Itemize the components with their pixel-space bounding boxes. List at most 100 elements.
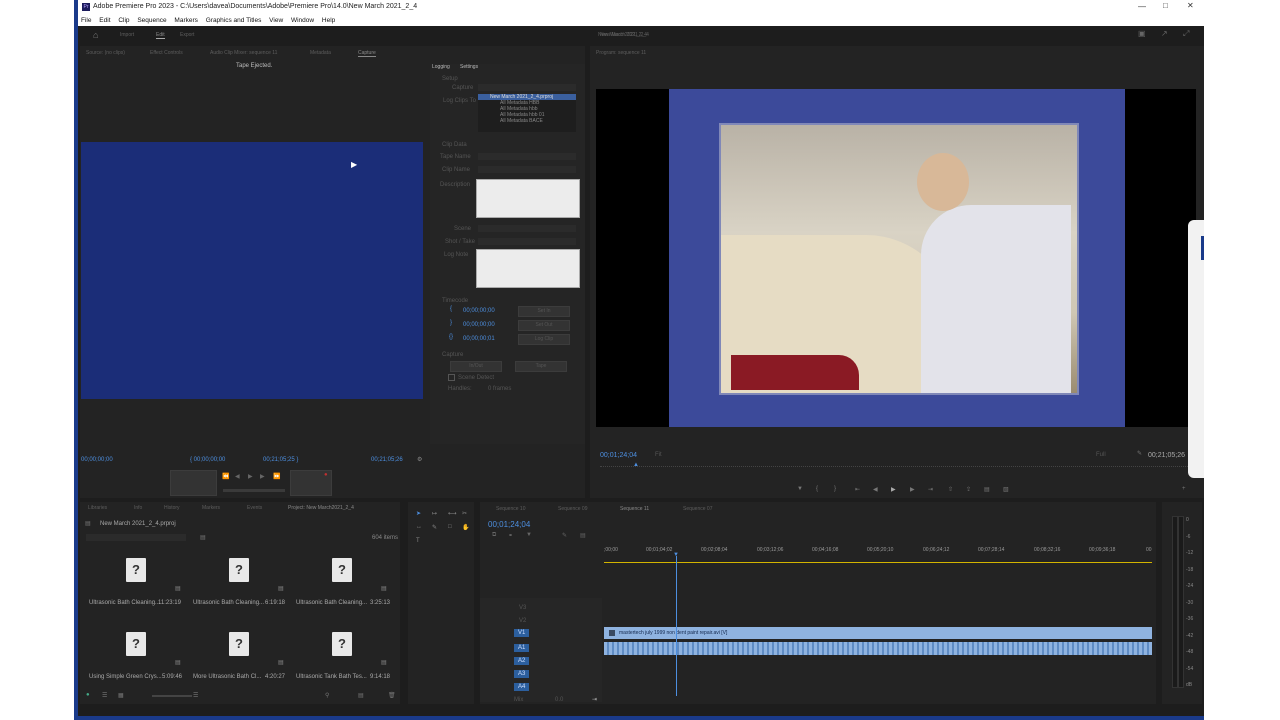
tab-capture[interactable]: Capture bbox=[358, 50, 376, 57]
menu-file[interactable]: File bbox=[81, 17, 91, 24]
track-label-v3[interactable]: V3 bbox=[519, 605, 526, 611]
clip-name[interactable]: Using Simple Green Crys... bbox=[89, 674, 162, 680]
bin-tree[interactable]: New March 2021_2_4.prproj All Metadata H… bbox=[478, 94, 576, 132]
time-ruler[interactable]: ;00;00 00;01;04;02 00;02;08;04 00;03;12;… bbox=[604, 546, 1152, 558]
add-marker-icon[interactable]: ▼ bbox=[797, 486, 803, 492]
tape-name-field[interactable] bbox=[478, 153, 576, 160]
icon-view-icon[interactable]: ▦ bbox=[118, 692, 124, 699]
track-label-v1[interactable]: V1 bbox=[514, 629, 530, 637]
program-fit-dropdown[interactable]: Fit bbox=[655, 452, 662, 458]
log-clip-button[interactable]: Log Clip bbox=[518, 334, 570, 345]
playhead-marker-icon[interactable]: ▲ bbox=[633, 462, 639, 468]
tab-metadata[interactable]: Metadata bbox=[310, 50, 331, 56]
hand-tool-icon[interactable]: ✋ bbox=[462, 524, 469, 531]
extract-icon[interactable]: ⇪ bbox=[966, 486, 971, 493]
home-icon[interactable]: ⌂ bbox=[93, 30, 98, 40]
ripple-edit-tool-icon[interactable]: ⟷ bbox=[448, 510, 457, 517]
tab-effect-controls[interactable]: Effect Controls bbox=[150, 50, 183, 56]
captions-icon[interactable]: ▤ bbox=[580, 532, 586, 539]
clip-thumbnail-icon[interactable]: ? bbox=[229, 558, 249, 582]
tc-dur-value[interactable]: 00;00;00;01 bbox=[463, 336, 495, 342]
export-frame-icon[interactable]: ▤ bbox=[984, 486, 990, 493]
rectangle-tool-icon[interactable]: □ bbox=[448, 524, 452, 530]
set-out-button[interactable]: Set Out bbox=[518, 320, 570, 331]
share-icon[interactable]: ↗ bbox=[1161, 29, 1168, 38]
capture-dropdown[interactable] bbox=[478, 84, 576, 91]
clip-thumbnail-icon[interactable]: ? bbox=[126, 558, 146, 582]
clip-name[interactable]: Ultrasonic Bath Cleaning... bbox=[296, 600, 367, 606]
lock-icon[interactable]: ● bbox=[86, 692, 90, 698]
rewind-icon[interactable]: ⏪ bbox=[222, 473, 229, 480]
tab-source[interactable]: Source: (no clips) bbox=[86, 50, 125, 56]
playhead-handle-icon[interactable]: ▼ bbox=[673, 552, 679, 558]
step-forward-icon[interactable]: ▶ bbox=[260, 473, 265, 480]
clip-thumbnail-icon[interactable]: ? bbox=[332, 558, 352, 582]
menu-window[interactable]: Window bbox=[291, 17, 314, 24]
timeline-settings-icon[interactable]: ✎ bbox=[562, 532, 567, 539]
clear-icon[interactable]: 🗑 bbox=[388, 692, 396, 699]
log-note-field[interactable] bbox=[476, 249, 580, 288]
track-select-tool-icon[interactable]: ↦ bbox=[432, 510, 437, 517]
tab-markers[interactable]: Markers bbox=[202, 505, 220, 511]
menu-sequence[interactable]: Sequence bbox=[137, 17, 166, 24]
clip-name[interactable]: Ultrasonic Bath Cleaning... bbox=[193, 600, 264, 606]
program-scrub-bar[interactable] bbox=[600, 466, 1190, 469]
menu-help[interactable]: Help bbox=[322, 17, 335, 24]
workspace-tab-export[interactable]: Export bbox=[180, 32, 194, 38]
play-icon[interactable]: ▶ bbox=[248, 473, 253, 480]
mark-in-icon[interactable]: { bbox=[816, 486, 818, 492]
clip-name-field[interactable] bbox=[478, 166, 576, 173]
comparison-view-icon[interactable]: ▧ bbox=[1003, 486, 1009, 493]
track-label-v2[interactable]: V2 bbox=[519, 618, 526, 624]
track-label-a2[interactable]: A2 bbox=[514, 657, 530, 665]
wrench-icon[interactable]: ✎ bbox=[1137, 450, 1142, 457]
go-to-in-icon[interactable]: ⇤ bbox=[855, 486, 860, 493]
lift-icon[interactable]: ⇧ bbox=[948, 486, 953, 493]
go-to-end-icon[interactable]: ⇥ bbox=[592, 696, 597, 703]
mark-out-icon[interactable]: } bbox=[834, 486, 836, 492]
tab-history[interactable]: History bbox=[164, 505, 180, 511]
menu-clip[interactable]: Clip bbox=[118, 17, 129, 24]
project-search-input[interactable] bbox=[86, 534, 186, 541]
razor-tool-icon[interactable]: ✂ bbox=[462, 510, 467, 517]
step-back-frame-icon[interactable]: ◀ bbox=[873, 486, 878, 493]
shuttle-slider[interactable] bbox=[223, 489, 285, 492]
audio-clip[interactable] bbox=[604, 642, 1152, 655]
tab-audio-clip-mixer[interactable]: Audio Clip Mixer: sequence 11 bbox=[210, 50, 277, 56]
tc-in-value[interactable]: 00;00;00;00 bbox=[463, 308, 495, 314]
slip-tool-icon[interactable]: ↔ bbox=[416, 524, 422, 530]
program-timecode[interactable]: 00;01;24;04 bbox=[600, 452, 637, 459]
menu-edit[interactable]: Edit bbox=[99, 17, 110, 24]
handles-value[interactable]: 0 frames bbox=[488, 386, 511, 392]
zoom-slider[interactable] bbox=[152, 695, 192, 697]
settings-wrench-icon[interactable]: ⚙ bbox=[417, 456, 422, 463]
maximize-icon[interactable]: □ bbox=[1163, 1, 1168, 10]
track-label-a1[interactable]: A1 bbox=[514, 644, 530, 652]
selection-tool-icon[interactable]: ➤ bbox=[416, 510, 421, 517]
clip-thumbnail-icon[interactable]: ? bbox=[332, 632, 352, 656]
video-clip[interactable]: mastertech july 1999 non dent paint repa… bbox=[604, 627, 1152, 639]
minimize-icon[interactable]: — bbox=[1138, 2, 1146, 11]
in-out-button[interactable]: In/Out bbox=[450, 361, 502, 372]
timeline-playhead[interactable] bbox=[676, 556, 677, 696]
find-icon[interactable]: ⚲ bbox=[325, 692, 329, 699]
description-field[interactable] bbox=[476, 179, 580, 218]
timeline-timecode[interactable]: 00;01;24;04 bbox=[488, 520, 530, 529]
workspace-tab-import[interactable]: Import bbox=[120, 32, 134, 38]
tab-events[interactable]: Events bbox=[247, 505, 262, 511]
step-back-icon[interactable]: ◀ bbox=[235, 473, 240, 480]
program-tab[interactable]: Program: sequence 11 bbox=[596, 50, 646, 56]
tab-settings[interactable]: Settings bbox=[460, 64, 478, 70]
menu-view[interactable]: View bbox=[269, 17, 283, 24]
track-label-a4[interactable]: A4 bbox=[514, 683, 530, 691]
quick-export-icon[interactable]: ▣ bbox=[1138, 29, 1146, 38]
timeline-tab[interactable]: Sequence 07 bbox=[683, 506, 712, 512]
menu-graphics[interactable]: Graphics and Titles bbox=[206, 17, 262, 24]
menu-markers[interactable]: Markers bbox=[174, 17, 197, 24]
workspace-tab-edit[interactable]: Edit bbox=[156, 32, 165, 39]
tc-out-value[interactable]: 00;00;00;00 bbox=[463, 322, 495, 328]
scroll-handle[interactable] bbox=[1188, 220, 1204, 478]
list-view-icon[interactable]: ☰ bbox=[102, 692, 107, 699]
tab-logging[interactable]: Logging bbox=[432, 64, 450, 70]
new-bin-icon[interactable]: ▤ bbox=[200, 534, 206, 541]
